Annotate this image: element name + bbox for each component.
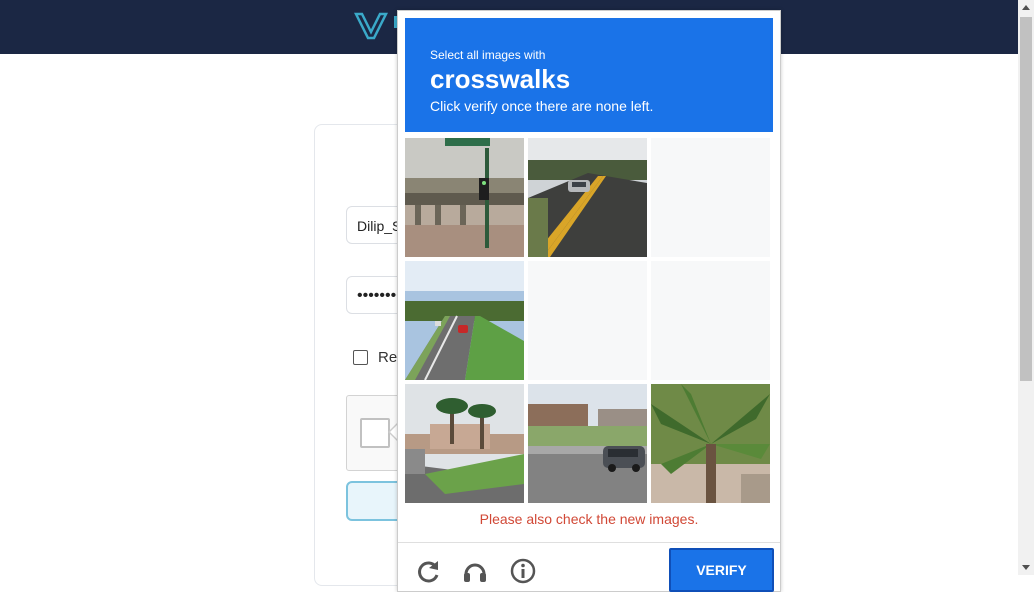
scrollbar-thumb[interactable] <box>1020 17 1032 381</box>
challenge-tile-2[interactable] <box>528 138 647 257</box>
reload-icon[interactable] <box>416 558 442 584</box>
tile-image-palm-closeup <box>651 384 770 503</box>
info-icon[interactable] <box>510 558 536 584</box>
tile-image-highway <box>405 261 524 380</box>
remember-me-checkbox[interactable] <box>353 350 368 365</box>
audio-challenge-icon[interactable] <box>462 558 488 584</box>
page-scrollbar[interactable] <box>1018 0 1034 575</box>
challenge-tile-4[interactable] <box>405 261 524 380</box>
challenge-tile-1[interactable] <box>405 138 524 257</box>
challenge-tile-6[interactable] <box>651 261 770 380</box>
scroll-down-arrow-icon[interactable] <box>1018 559 1034 575</box>
challenge-subinstruction: Click verify once there are none left. <box>430 98 654 114</box>
challenge-tile-3[interactable] <box>651 138 770 257</box>
tile-image-palm-street <box>405 384 524 503</box>
verify-button[interactable]: VERIFY <box>669 548 774 592</box>
footer-divider <box>398 542 780 543</box>
tile-image-road-car <box>528 138 647 257</box>
challenge-tile-5[interactable] <box>528 261 647 380</box>
recaptcha-checkbox[interactable] <box>360 418 390 448</box>
scroll-up-arrow-icon[interactable] <box>1018 0 1034 16</box>
challenge-header: Select all images with crosswalks Click … <box>405 18 773 132</box>
tile-image-street-car <box>528 384 647 503</box>
challenge-instruction: Select all images with <box>430 48 546 62</box>
recaptcha-challenge-dialog: Select all images with crosswalks Click … <box>397 10 781 592</box>
challenge-target-word: crosswalks <box>430 64 571 94</box>
tile-image-overpass <box>405 138 524 257</box>
v-logo-icon <box>354 12 388 40</box>
challenge-tile-8[interactable] <box>528 384 647 503</box>
challenge-tile-7[interactable] <box>405 384 524 503</box>
challenge-tile-9[interactable] <box>651 384 770 503</box>
challenge-error-message: Please also check the new images. <box>479 511 699 527</box>
